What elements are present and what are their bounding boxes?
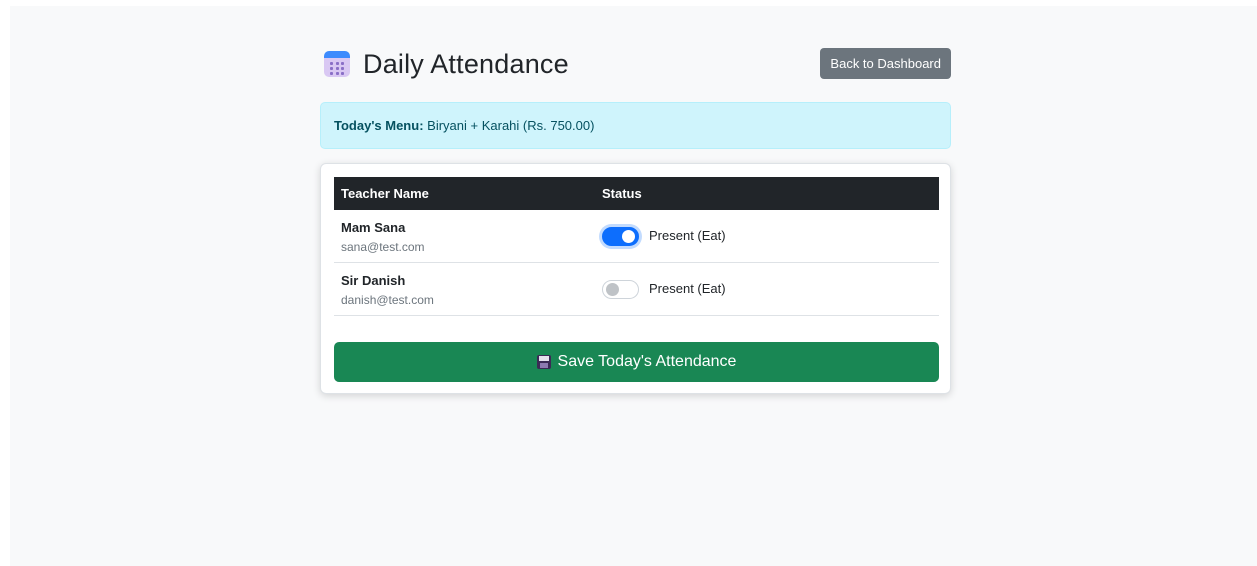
column-header-teacher-name: Teacher Name (341, 186, 429, 201)
toggle-knob (606, 283, 619, 296)
status-label[interactable]: Present (Eat) (649, 281, 726, 296)
floppy-disk-icon (536, 355, 551, 369)
calendar-icon (324, 51, 350, 77)
present-toggle[interactable] (602, 280, 639, 299)
teacher-name: Sir Danish (341, 273, 406, 288)
page-background: Daily Attendance Back to Dashboard Today… (10, 6, 1257, 566)
status-label[interactable]: Present (Eat) (649, 228, 726, 243)
table-row: Mam Sana sana@test.com Present (Eat) (334, 210, 939, 263)
save-attendance-button[interactable]: Save Today's Attendance (334, 342, 939, 382)
page-header: Daily Attendance Back to Dashboard (320, 44, 951, 84)
teacher-name: Mam Sana (341, 220, 406, 235)
page-title: Daily Attendance (363, 48, 569, 79)
back-to-dashboard-button[interactable]: Back to Dashboard (820, 48, 951, 79)
attendance-table: Teacher Name Status Mam Sana sana@test.c… (334, 177, 939, 316)
teacher-email: danish@test.com (341, 293, 434, 307)
menu-value: Biryani + Karahi (Rs. 750.00) (427, 118, 595, 133)
todays-menu-alert: Today's Menu: Biryani + Karahi (Rs. 750.… (320, 102, 951, 149)
table-header: Teacher Name Status (334, 177, 939, 210)
attendance-card: Teacher Name Status Mam Sana sana@test.c… (320, 163, 951, 394)
save-attendance-label: Save Today's Attendance (557, 353, 737, 370)
toggle-knob (622, 230, 635, 243)
menu-label: Today's Menu: (334, 118, 424, 133)
title-wrap: Daily Attendance (324, 44, 569, 84)
teacher-email: sana@test.com (341, 240, 425, 254)
column-header-status: Status (602, 186, 642, 201)
present-toggle[interactable] (602, 227, 639, 246)
table-row: Sir Danish danish@test.com Present (Eat) (334, 263, 939, 316)
